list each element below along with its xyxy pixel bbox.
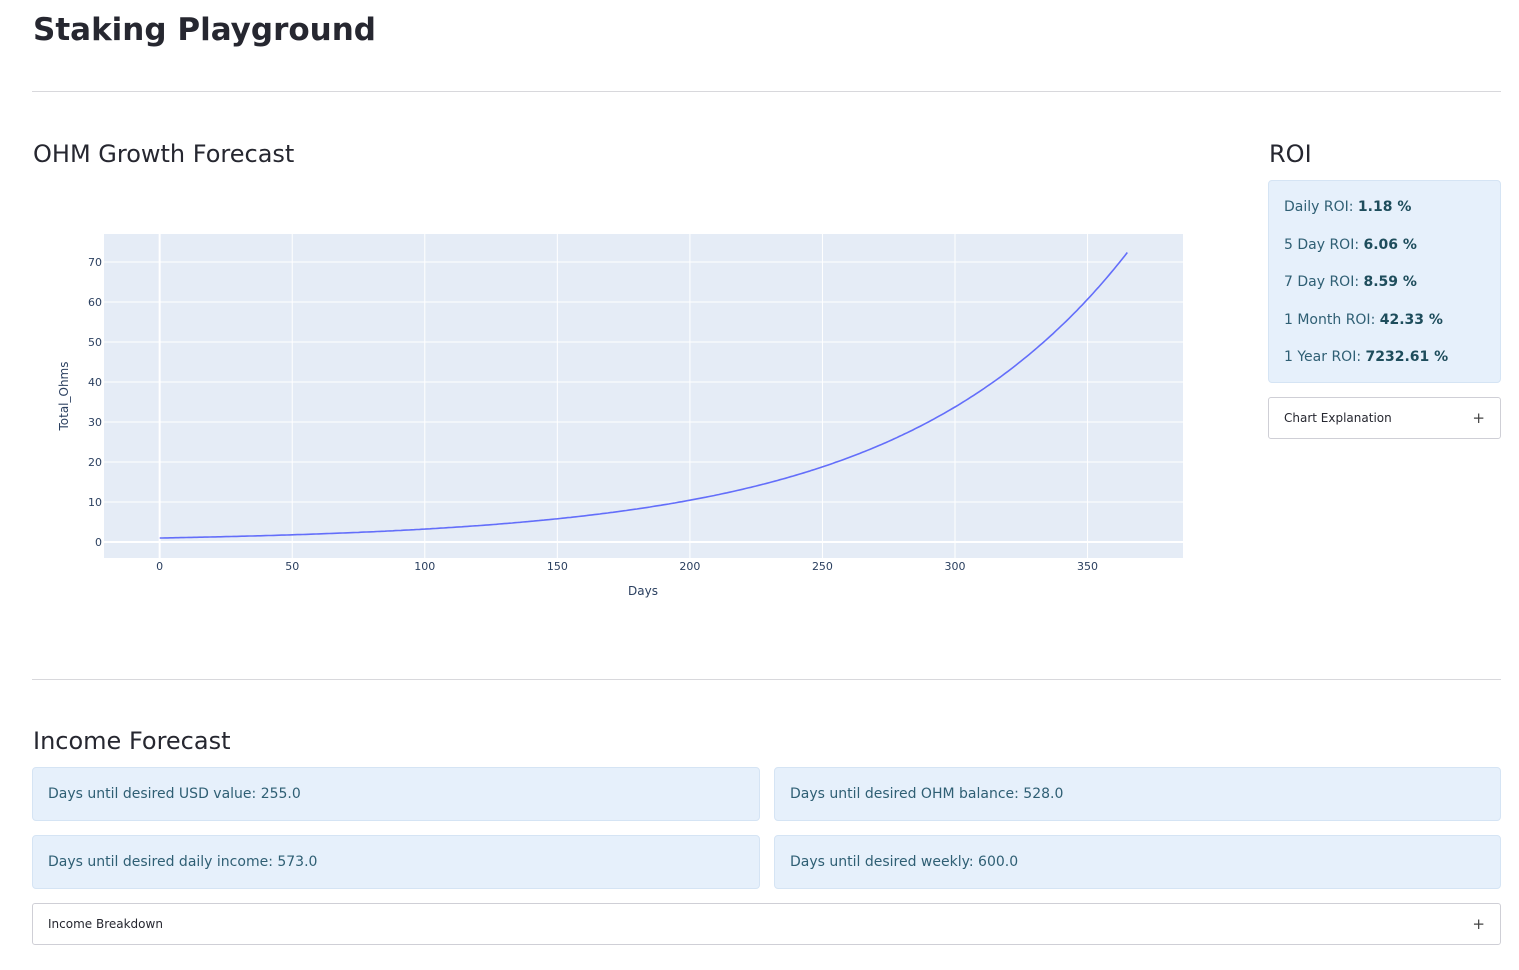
- plot-background: [104, 234, 1183, 558]
- plus-icon: +: [1472, 915, 1485, 933]
- page-title: Staking Playground: [33, 12, 376, 48]
- chart-explanation-expander[interactable]: Chart Explanation +: [1268, 397, 1501, 439]
- roi-1month: 1 Month ROI: 42.33 %: [1284, 312, 1485, 350]
- chart-plot-area: [104, 234, 1183, 558]
- roi-1year: 1 Year ROI: 7232.61 %: [1284, 349, 1485, 387]
- roi-5day: 5 Day ROI: 6.06 %: [1284, 237, 1485, 275]
- y-tick-label: 20: [88, 456, 102, 469]
- x-tick-label: 350: [1077, 560, 1098, 573]
- y-tick-label: 10: [88, 496, 102, 509]
- daily-income-text: Days until desired daily income: 573.0: [48, 854, 318, 870]
- roi-info-box: Daily ROI: 1.18 % 5 Day ROI: 6.06 % 7 Da…: [1268, 180, 1501, 383]
- roi-daily-label: Daily ROI:: [1284, 199, 1358, 215]
- weekly-income-info: Days until desired weekly: 600.0: [774, 835, 1501, 889]
- y-axis-ticks: 0 10 20 30 40 50 60 70: [88, 256, 102, 549]
- y-tick-label: 50: [88, 336, 102, 349]
- x-tick-label: 150: [547, 560, 568, 573]
- weekly-income-text: Days until desired weekly: 600.0: [790, 854, 1019, 870]
- x-tick-label: 50: [285, 560, 299, 573]
- daily-income-info: Days until desired daily income: 573.0: [32, 835, 760, 889]
- roi-1month-label: 1 Month ROI:: [1284, 311, 1380, 328]
- income-breakdown-label: Income Breakdown: [48, 917, 163, 931]
- x-tick-label: 200: [679, 560, 700, 573]
- roi-5day-value: 6.06 %: [1363, 236, 1417, 253]
- income-breakdown-expander[interactable]: Income Breakdown +: [32, 903, 1501, 945]
- roi-1year-value: 7232.61 %: [1365, 349, 1449, 365]
- divider: [32, 679, 1501, 680]
- growth-chart[interactable]: 0 50 100 150 200 250 300 350 0 10 20 30 40 50 60 70 Da…: [0, 200, 1240, 620]
- x-axis-label: Days: [628, 584, 658, 598]
- roi-1year-label: 1 Year ROI:: [1284, 349, 1366, 365]
- usd-value-info: Days until desired USD value: 255.0: [32, 767, 760, 821]
- chart-explanation-label: Chart Explanation: [1284, 411, 1392, 425]
- roi-7day: 7 Day ROI: 8.59 %: [1284, 274, 1485, 312]
- roi-7day-label: 7 Day ROI:: [1284, 274, 1364, 290]
- y-tick-label: 30: [88, 416, 102, 429]
- usd-value-text: Days until desired USD value: 255.0: [48, 786, 301, 802]
- ohm-balance-info: Days until desired OHM balance: 528.0: [774, 767, 1501, 821]
- roi-5day-label: 5 Day ROI:: [1284, 236, 1364, 253]
- y-tick-label: 70: [88, 256, 102, 269]
- roi-daily: Daily ROI: 1.18 %: [1284, 199, 1485, 237]
- ohm-balance-text: Days until desired OHM balance: 528.0: [790, 786, 1064, 802]
- income-forecast-title: Income Forecast: [33, 727, 231, 755]
- x-tick-label: 0: [156, 560, 163, 573]
- roi-title: ROI: [1269, 140, 1312, 168]
- x-tick-label: 250: [812, 560, 833, 573]
- y-axis-label: Total_Ohms: [57, 361, 71, 431]
- x-tick-label: 100: [414, 560, 435, 573]
- plus-icon: +: [1472, 409, 1485, 427]
- growth-forecast-title: OHM Growth Forecast: [33, 140, 295, 168]
- y-tick-label: 0: [95, 536, 102, 549]
- roi-1month-value: 42.33 %: [1379, 311, 1443, 328]
- y-tick-label: 40: [88, 376, 102, 389]
- y-tick-label: 60: [88, 296, 102, 309]
- x-tick-label: 300: [945, 560, 966, 573]
- roi-daily-value: 1.18 %: [1357, 199, 1412, 215]
- x-axis-ticks: 0 50 100 150 200 250 300 350: [156, 560, 1098, 573]
- divider: [32, 91, 1501, 92]
- roi-7day-value: 8.59 %: [1363, 274, 1417, 290]
